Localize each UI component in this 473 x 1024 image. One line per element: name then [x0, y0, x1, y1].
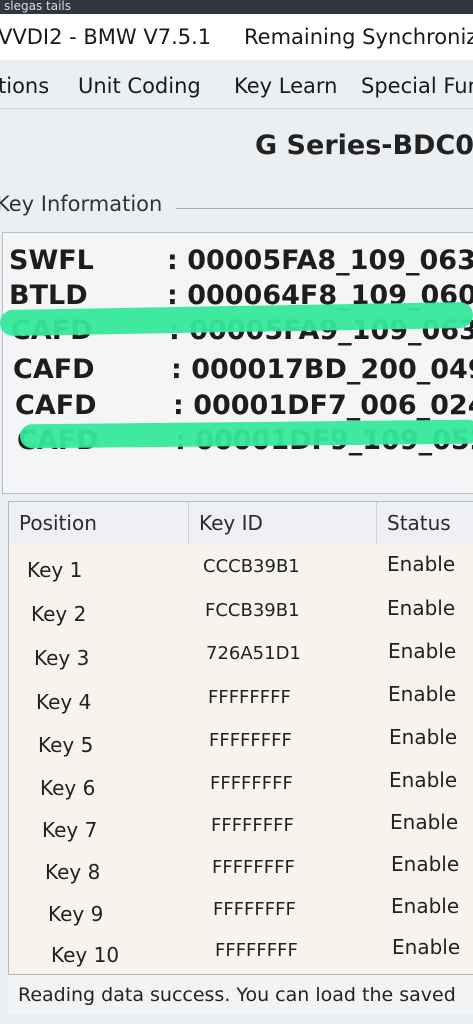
table-row[interactable]: Key 5 FFFFFFFF Enable: [9, 722, 473, 764]
table-row[interactable]: Key 6 FFFFFFFF Enable: [9, 765, 473, 807]
key-id: FFFFFFFF: [210, 773, 293, 794]
column-header-status[interactable]: Status: [377, 502, 473, 544]
info-value: : 00005FA8_109_063_: [167, 245, 473, 276]
status-bar: Reading data success. You can load the s…: [8, 974, 473, 1014]
os-taskbar-text: slegas tails: [0, 0, 473, 14]
key-table: Position Key ID Status Key 1 CCCB39B1 En…: [8, 501, 473, 994]
column-header-key-id[interactable]: Key ID: [189, 502, 377, 544]
key-status: Enable: [387, 596, 456, 620]
table-row[interactable]: Key 8 FFFFFFFF Enable: [9, 851, 473, 893]
group-divider: [176, 208, 473, 209]
menu-item-unit-coding[interactable]: Unit Coding: [78, 64, 201, 108]
table-row[interactable]: Key 7 FFFFFFFF Enable: [9, 808, 473, 850]
app-title: VVDI2 - BMW V7.5.1: [0, 25, 212, 49]
menu-item-functions[interactable]: tions: [0, 64, 49, 108]
key-status: Enable: [392, 935, 461, 959]
key-id: FFFFFFFF: [208, 687, 291, 708]
menu-item-key-learn[interactable]: Key Learn: [234, 64, 337, 108]
table-row[interactable]: Key 10 FFFFFFFF Enable: [9, 935, 473, 979]
info-key: CAFD: [13, 354, 95, 385]
key-id: FFFFFFFF: [209, 730, 292, 751]
key-position: Key 9: [48, 902, 104, 926]
table-row[interactable]: Key 9 FFFFFFFF Enable: [9, 894, 473, 936]
table-row[interactable]: Key 2 FCCB39B1 Enable: [9, 593, 473, 635]
remaining-sync-label: Remaining Synchroniz: [244, 25, 473, 49]
info-key: SWFL: [9, 245, 94, 276]
key-status: Enable: [391, 852, 460, 876]
key-status: Enable: [389, 768, 458, 792]
key-position: Key 4: [36, 690, 92, 714]
key-id: FFFFFFFF: [212, 857, 295, 878]
table-row[interactable]: Key 4 FFFFFFFF Enable: [9, 679, 473, 721]
table-row[interactable]: Key 3 726A51D1 Enable: [9, 636, 473, 678]
key-status: Enable: [388, 682, 457, 706]
key-position: Key 10: [51, 943, 120, 967]
key-id: 726A51D1: [206, 643, 301, 664]
key-status: Enable: [391, 894, 460, 918]
key-id: FCCB39B1: [205, 600, 300, 621]
key-status: Enable: [390, 810, 459, 834]
key-status: Enable: [388, 639, 457, 663]
info-value: : 00001DF7_006_024_: [173, 390, 473, 421]
key-id: CCCB39B1: [203, 556, 300, 577]
key-id: FFFFFFFF: [213, 899, 296, 920]
key-status: Enable: [389, 725, 458, 749]
info-value: : 000017BD_200_049: [171, 354, 473, 385]
title-bar: VVDI2 - BMW V7.5.1 Remaining Synchroniz: [0, 14, 473, 60]
key-position: Key 1: [27, 558, 83, 582]
key-position: Key 7: [42, 818, 98, 842]
key-position: Key 8: [45, 860, 101, 884]
column-header-position[interactable]: Position: [9, 502, 189, 544]
app-window: VVDI2 - BMW V7.5.1 Remaining Synchroniz …: [0, 14, 473, 1024]
info-key: CAFD: [15, 390, 97, 421]
menu-item-special-functions[interactable]: Special Fun: [361, 64, 473, 108]
key-position: Key 2: [31, 602, 87, 626]
info-key: BTLD: [9, 280, 88, 311]
key-status: Enable: [387, 552, 456, 576]
key-id: FFFFFFFF: [215, 940, 298, 961]
key-position: Key 3: [34, 646, 90, 670]
table-row[interactable]: Key 1 CCCB39B1 Enable: [9, 550, 473, 592]
key-information-panel: SWFL : 00005FA8_109_063_ BTLD : 000064F8…: [2, 232, 473, 494]
key-position: Key 5: [38, 733, 94, 757]
key-position: Key 6: [40, 776, 96, 800]
key-id: FFFFFFFF: [211, 815, 294, 836]
page-title: G Series-BDC0: [255, 130, 473, 161]
key-information-group-label: Key Information: [0, 192, 169, 216]
menu-bar: tions Unit Coding Key Learn Special Fun: [0, 64, 473, 109]
redaction-marker: [19, 419, 473, 449]
